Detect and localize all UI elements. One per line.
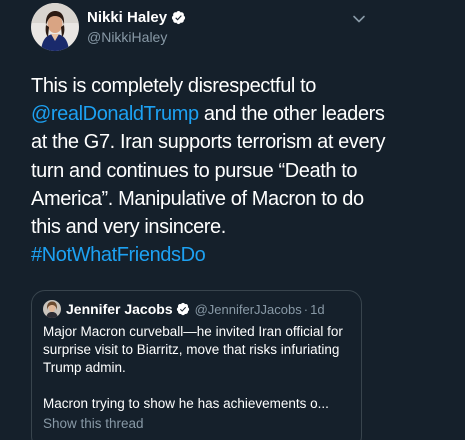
verified-badge-icon: [171, 10, 186, 25]
chevron-down-icon[interactable]: [352, 13, 366, 25]
quoted-author-name[interactable]: Jennifer Jacobs: [66, 301, 173, 317]
profile-photo-icon: [43, 300, 61, 318]
verified-badge-icon: [176, 302, 189, 316]
tweet-author: Nikki Haley @NikkiHaley: [87, 8, 347, 46]
tweet-page: Nikki Haley @NikkiHaley This is complete…: [0, 0, 465, 440]
hashtag-link[interactable]: #NotWhatFriendsDo: [31, 244, 206, 266]
quoted-tweet-body: Major Macron curveball—he invited Iran o…: [43, 324, 343, 375]
separator-dot: ·: [303, 301, 309, 317]
profile-photo-icon: [31, 3, 79, 51]
quoted-tweet-body-continued: Macron trying to show he has achievement…: [43, 396, 329, 411]
author-display-name[interactable]: Nikki Haley: [87, 8, 167, 27]
mention-link[interactable]: @realDonaldTrump: [31, 103, 199, 125]
tweet-text: This is completely disrespectful to @rea…: [31, 72, 391, 269]
quoted-author-handle[interactable]: @JenniferJJacobs: [195, 302, 302, 317]
quoted-timestamp[interactable]: 1d: [310, 302, 324, 317]
tweet-text-part1: This is completely disrespectful to: [31, 75, 317, 97]
author-avatar[interactable]: [31, 3, 79, 51]
author-name-row: Nikki Haley: [87, 8, 347, 27]
author-handle[interactable]: @NikkiHaley: [87, 28, 347, 46]
show-thread-link[interactable]: Show this thread: [43, 415, 351, 433]
quoted-author-avatar: [43, 300, 61, 318]
quoted-tweet[interactable]: Jennifer Jacobs @JenniferJJacobs · 1d Ma…: [31, 290, 362, 440]
quoted-tweet-header: Jennifer Jacobs @JenniferJJacobs · 1d: [43, 300, 351, 318]
